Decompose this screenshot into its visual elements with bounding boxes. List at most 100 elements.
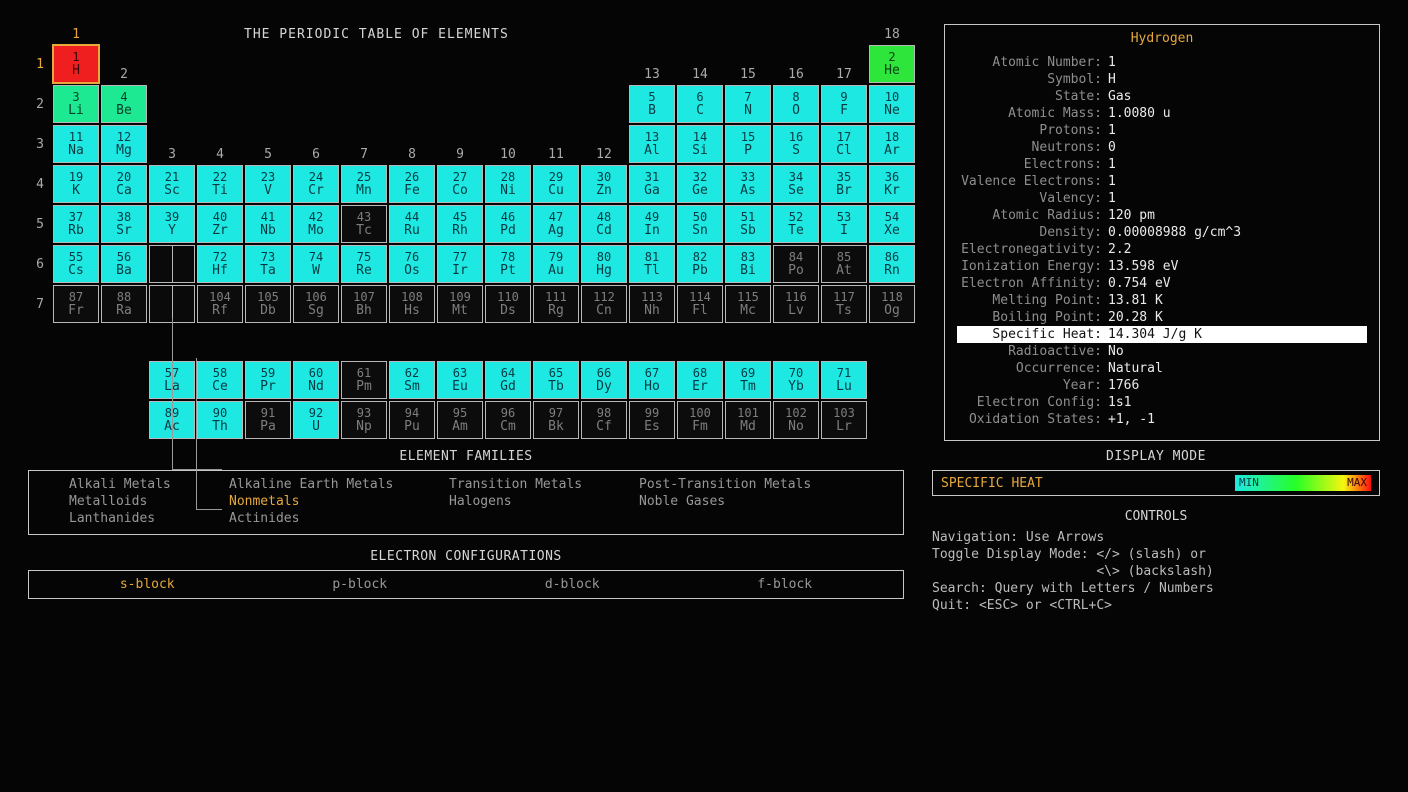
element-Cd[interactable]: 48Cd [581, 205, 627, 243]
element-Pt[interactable]: 78Pt [485, 245, 531, 283]
element-At[interactable]: 85At [821, 245, 867, 283]
family-transition-metals[interactable]: Transition Metals [449, 477, 639, 492]
element-Dy[interactable]: 66Dy [581, 361, 627, 399]
element-Lu[interactable]: 71Lu [821, 361, 867, 399]
element-H[interactable]: 1H [53, 45, 99, 83]
element-Ir[interactable]: 77Ir [437, 245, 483, 283]
element-Mo[interactable]: 42Mo [293, 205, 339, 243]
element-Pd[interactable]: 46Pd [485, 205, 531, 243]
element-Hf[interactable]: 72Hf [197, 245, 243, 283]
element-Fm[interactable]: 100Fm [677, 401, 723, 439]
element-Nh[interactable]: 113Nh [629, 285, 675, 323]
element-Ca[interactable]: 20Ca [101, 165, 147, 203]
block-d-block[interactable]: d-block [545, 577, 600, 592]
element-Ba[interactable]: 56Ba [101, 245, 147, 283]
element-Xe[interactable]: 54Xe [869, 205, 915, 243]
family-lanthanides[interactable]: Lanthanides [69, 511, 229, 526]
element-Ho[interactable]: 67Ho [629, 361, 675, 399]
element-Og[interactable]: 118Og [869, 285, 915, 323]
element-N[interactable]: 7N [725, 85, 771, 123]
element-C[interactable]: 6C [677, 85, 723, 123]
element-Zr[interactable]: 40Zr [197, 205, 243, 243]
element-Si[interactable]: 14Si [677, 125, 723, 163]
element-Rb[interactable]: 37Rb [53, 205, 99, 243]
element-Fr[interactable]: 87Fr [53, 285, 99, 323]
element-Mg[interactable]: 12Mg [101, 125, 147, 163]
element-Cm[interactable]: 96Cm [485, 401, 531, 439]
family-actinides[interactable]: Actinides [229, 511, 449, 526]
element-Li[interactable]: 3Li [53, 85, 99, 123]
element-W[interactable]: 74W [293, 245, 339, 283]
element-U[interactable]: 92U [293, 401, 339, 439]
element-B[interactable]: 5B [629, 85, 675, 123]
element-Eu[interactable]: 63Eu [437, 361, 483, 399]
element-Lv[interactable]: 116Lv [773, 285, 819, 323]
display-mode-panel[interactable]: SPECIFIC HEAT MIN MAX [932, 470, 1380, 496]
element-Np[interactable]: 93Np [341, 401, 387, 439]
element-Se[interactable]: 34Se [773, 165, 819, 203]
element-P[interactable]: 15P [725, 125, 771, 163]
element-Ga[interactable]: 31Ga [629, 165, 675, 203]
element-Ti[interactable]: 22Ti [197, 165, 243, 203]
element-V[interactable]: 23V [245, 165, 291, 203]
element-Al[interactable]: 13Al [629, 125, 675, 163]
element-Na[interactable]: 11Na [53, 125, 99, 163]
element-Mc[interactable]: 115Mc [725, 285, 771, 323]
element-F[interactable]: 9F [821, 85, 867, 123]
element-Ag[interactable]: 47Ag [533, 205, 579, 243]
element-Sr[interactable]: 38Sr [101, 205, 147, 243]
element-Hs[interactable]: 108Hs [389, 285, 435, 323]
element-As[interactable]: 33As [725, 165, 771, 203]
element-Cs[interactable]: 55Cs [53, 245, 99, 283]
element-Tc[interactable]: 43Tc [341, 205, 387, 243]
element-Bi[interactable]: 83Bi [725, 245, 771, 283]
element-Rn[interactable]: 86Rn [869, 245, 915, 283]
element-Hg[interactable]: 80Hg [581, 245, 627, 283]
element-Cu[interactable]: 29Cu [533, 165, 579, 203]
element-In[interactable]: 49In [629, 205, 675, 243]
element-Ds[interactable]: 110Ds [485, 285, 531, 323]
element-Pm[interactable]: 61Pm [341, 361, 387, 399]
element-S[interactable]: 16S [773, 125, 819, 163]
element-Pa[interactable]: 91Pa [245, 401, 291, 439]
element-Ta[interactable]: 73Ta [245, 245, 291, 283]
element-Ni[interactable]: 28Ni [485, 165, 531, 203]
element-Md[interactable]: 101Md [725, 401, 771, 439]
element-Kr[interactable]: 36Kr [869, 165, 915, 203]
element-Ne[interactable]: 10Ne [869, 85, 915, 123]
element-Co[interactable]: 27Co [437, 165, 483, 203]
family-alkaline-earth-metals[interactable]: Alkaline Earth Metals [229, 477, 449, 492]
block-p-block[interactable]: p-block [332, 577, 387, 592]
element-Os[interactable]: 76Os [389, 245, 435, 283]
element-O[interactable]: 8O [773, 85, 819, 123]
element-Bk[interactable]: 97Bk [533, 401, 579, 439]
element-Sb[interactable]: 51Sb [725, 205, 771, 243]
element-Yb[interactable]: 70Yb [773, 361, 819, 399]
element-Er[interactable]: 68Er [677, 361, 723, 399]
element-Pu[interactable]: 94Pu [389, 401, 435, 439]
element-Rh[interactable]: 45Rh [437, 205, 483, 243]
element-Rg[interactable]: 111Rg [533, 285, 579, 323]
element-Es[interactable]: 99Es [629, 401, 675, 439]
element-Tb[interactable]: 65Tb [533, 361, 579, 399]
element-Nb[interactable]: 41Nb [245, 205, 291, 243]
family-halogens[interactable]: Halogens [449, 494, 639, 509]
element-Y[interactable]: 39Y [149, 205, 195, 243]
element-Cf[interactable]: 98Cf [581, 401, 627, 439]
element-Ra[interactable]: 88Ra [101, 285, 147, 323]
element-Ru[interactable]: 44Ru [389, 205, 435, 243]
element-Ar[interactable]: 18Ar [869, 125, 915, 163]
element-Am[interactable]: 95Am [437, 401, 483, 439]
element-Cl[interactable]: 17Cl [821, 125, 867, 163]
element-Gd[interactable]: 64Gd [485, 361, 531, 399]
element-K[interactable]: 19K [53, 165, 99, 203]
element-I[interactable]: 53I [821, 205, 867, 243]
element-Sc[interactable]: 21Sc [149, 165, 195, 203]
element-Lr[interactable]: 103Lr [821, 401, 867, 439]
element-Be[interactable]: 4Be [101, 85, 147, 123]
element-Au[interactable]: 79Au [533, 245, 579, 283]
element-Br[interactable]: 35Br [821, 165, 867, 203]
element-Mn[interactable]: 25Mn [341, 165, 387, 203]
element-Po[interactable]: 84Po [773, 245, 819, 283]
element-Mt[interactable]: 109Mt [437, 285, 483, 323]
